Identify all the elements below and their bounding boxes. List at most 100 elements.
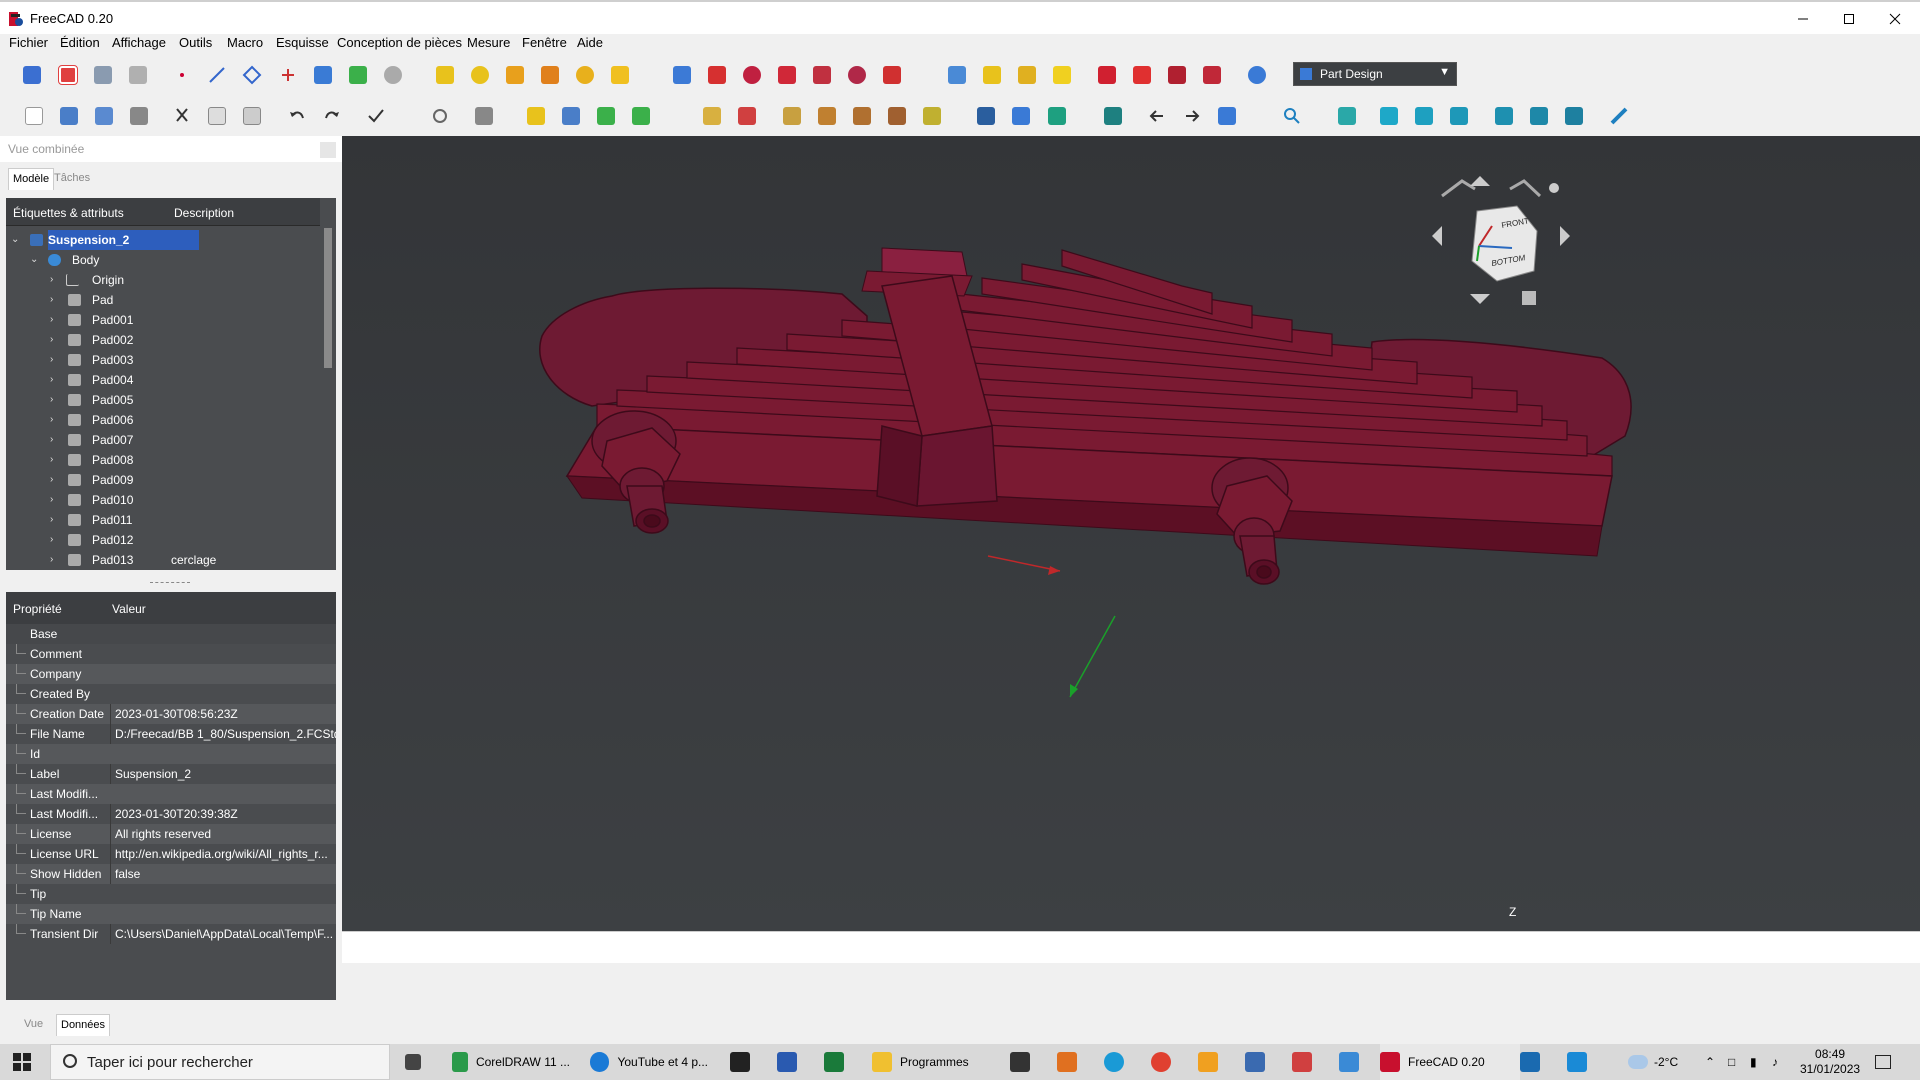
pocket-icon[interactable] <box>670 63 694 87</box>
taskbar-app-freecad[interactable]: FreeCAD 0.20 <box>1380 1044 1520 1080</box>
folder-icon[interactable] <box>559 104 583 128</box>
tree-item-origin[interactable]: › Origin <box>6 270 320 290</box>
macro-record-icon[interactable] <box>700 104 724 128</box>
print-icon[interactable] <box>127 104 151 128</box>
tree-item-pad[interactable]: › Pad005 <box>6 390 320 410</box>
chevron-right-icon[interactable]: › <box>50 510 53 530</box>
property-value[interactable]: false <box>110 864 336 884</box>
additive-pipe-icon[interactable] <box>538 63 562 87</box>
menu-conception[interactable]: Conception de pièces <box>337 35 462 50</box>
chevron-right-icon[interactable]: › <box>50 290 53 310</box>
boolean-icon[interactable] <box>1245 63 1269 87</box>
menu-macro[interactable]: Macro <box>227 35 263 50</box>
fit-all-icon[interactable] <box>974 104 998 128</box>
zoom-icon[interactable] <box>1280 104 1304 128</box>
menu-aide[interactable]: Aide <box>577 35 603 50</box>
taskbar-excel-icon[interactable] <box>824 1044 852 1080</box>
additive-primitive-icon[interactable] <box>608 63 632 87</box>
minimize-button[interactable] <box>1780 6 1826 32</box>
tree-item-pad[interactable]: › Pad004 <box>6 370 320 390</box>
chevron-right-icon[interactable]: › <box>50 330 53 350</box>
sync-view-icon[interactable] <box>1215 104 1239 128</box>
taskbar-search[interactable]: Taper ici pour rechercher <box>50 1044 390 1080</box>
pad-icon[interactable] <box>433 63 457 87</box>
menu-outils[interactable]: Outils <box>179 35 212 50</box>
chevron-right-icon[interactable]: › <box>50 470 53 490</box>
bottom-view-icon[interactable] <box>1527 104 1551 128</box>
value-column-header[interactable]: Valeur <box>112 602 146 616</box>
tree-item-pad[interactable]: › Pad012 <box>6 530 320 550</box>
menu-affichage[interactable]: Affichage <box>112 35 166 50</box>
3d-viewport[interactable]: FRONT BOTTOM Z <box>342 136 1920 931</box>
maximize-button[interactable] <box>1826 6 1872 32</box>
tab-view[interactable]: Vue <box>20 1014 47 1036</box>
link-actions-icon[interactable] <box>629 104 653 128</box>
property-row[interactable]: Transient Dir C:\Users\Daniel\AppData\Loc… <box>6 924 336 944</box>
tray-clock[interactable]: 08:49 31/01/2023 <box>1800 1044 1860 1080</box>
taskbar-app-icon[interactable] <box>1010 1044 1038 1080</box>
redo-icon[interactable] <box>320 104 344 128</box>
labels-column-header[interactable]: Étiquettes & attributs <box>13 206 124 220</box>
front-view-icon[interactable] <box>1377 104 1401 128</box>
chamfer-icon[interactable] <box>1130 63 1154 87</box>
draft-icon[interactable] <box>1165 63 1189 87</box>
macro-debug-icon[interactable] <box>850 104 874 128</box>
tree-item-pad[interactable]: › Pad011 <box>6 510 320 530</box>
tray-network-icon[interactable]: □ <box>1728 1044 1735 1080</box>
weather-widget[interactable]: -2°C <box>1628 1044 1678 1080</box>
refresh-icon[interactable] <box>428 104 452 128</box>
validate-icon[interactable] <box>364 104 388 128</box>
tree-scrollbar-thumb[interactable] <box>324 228 332 368</box>
tray-chevron-up-icon[interactable]: ⌃ <box>1705 1044 1715 1080</box>
macro-run-icon[interactable] <box>815 104 839 128</box>
mirrored-icon[interactable] <box>945 63 969 87</box>
lcs-icon[interactable] <box>276 63 300 87</box>
property-row[interactable]: Company <box>6 664 336 684</box>
linear-pattern-icon[interactable] <box>980 63 1004 87</box>
taskbar-skype-icon[interactable] <box>1104 1044 1132 1080</box>
taskbar-calculator-icon[interactable] <box>1245 1044 1273 1080</box>
menu-esquisse[interactable]: Esquisse <box>276 35 329 50</box>
subtractive-primitive-icon[interactable] <box>880 63 904 87</box>
chevron-right-icon[interactable]: › <box>50 450 53 470</box>
property-group-base[interactable]: Base <box>6 624 336 644</box>
subtractive-loft-icon[interactable] <box>775 63 799 87</box>
windows-start-icon[interactable] <box>12 1044 32 1080</box>
additive-helix-icon[interactable] <box>573 63 597 87</box>
tree-item-pad[interactable]: › Pad009 <box>6 470 320 490</box>
macro-step-icon[interactable] <box>885 104 909 128</box>
taskbar-app-icon[interactable] <box>1198 1044 1226 1080</box>
macro-toggle-icon[interactable] <box>920 104 944 128</box>
menu-edition[interactable]: Édition <box>60 35 100 50</box>
tree-item-pad[interactable]: › Pad013 cerclage <box>6 550 320 570</box>
chevron-right-icon[interactable]: › <box>50 350 53 370</box>
chevron-right-icon[interactable]: › <box>50 270 53 290</box>
link-icon[interactable] <box>594 104 618 128</box>
whats-this-icon[interactable] <box>472 104 496 128</box>
workbench-selector[interactable]: Part Design ▼ <box>1293 62 1457 86</box>
property-row[interactable]: Last Modifi... 2023-01-30T20:39:38Z <box>6 804 336 824</box>
tree-item-pad[interactable]: › Pad <box>6 290 320 310</box>
property-value[interactable]: All rights reserved <box>110 824 336 844</box>
taskbar-app-icon[interactable] <box>1567 1044 1595 1080</box>
taskbar-7zip-icon[interactable] <box>730 1044 758 1080</box>
property-value[interactable]: C:\Users\Daniel\AppData\Local\Temp\F... <box>110 924 336 944</box>
sketch-icon[interactable] <box>524 104 548 128</box>
property-row[interactable]: Creation Date 2023-01-30T08:56:23Z <box>6 704 336 724</box>
property-value[interactable]: 2023-01-30T08:56:23Z <box>110 704 336 724</box>
taskbar-app-icon[interactable] <box>1520 1044 1548 1080</box>
left-view-icon[interactable] <box>1562 104 1586 128</box>
macro-stop-icon[interactable] <box>735 104 759 128</box>
panel-close-icon[interactable] <box>320 142 336 158</box>
create-body-icon[interactable] <box>20 63 44 87</box>
additive-loft-icon[interactable] <box>503 63 527 87</box>
3d-model-render[interactable]: FRONT BOTTOM Z <box>342 136 1920 931</box>
property-row[interactable]: Tip <box>6 884 336 904</box>
fit-selection-icon[interactable] <box>1009 104 1033 128</box>
subtractive-helix-icon[interactable] <box>845 63 869 87</box>
undo-icon[interactable] <box>285 104 309 128</box>
groove-icon[interactable] <box>740 63 764 87</box>
forward-icon[interactable] <box>1180 104 1204 128</box>
create-part-icon[interactable] <box>56 63 80 87</box>
tab-tasks[interactable]: Tâches <box>50 168 94 190</box>
